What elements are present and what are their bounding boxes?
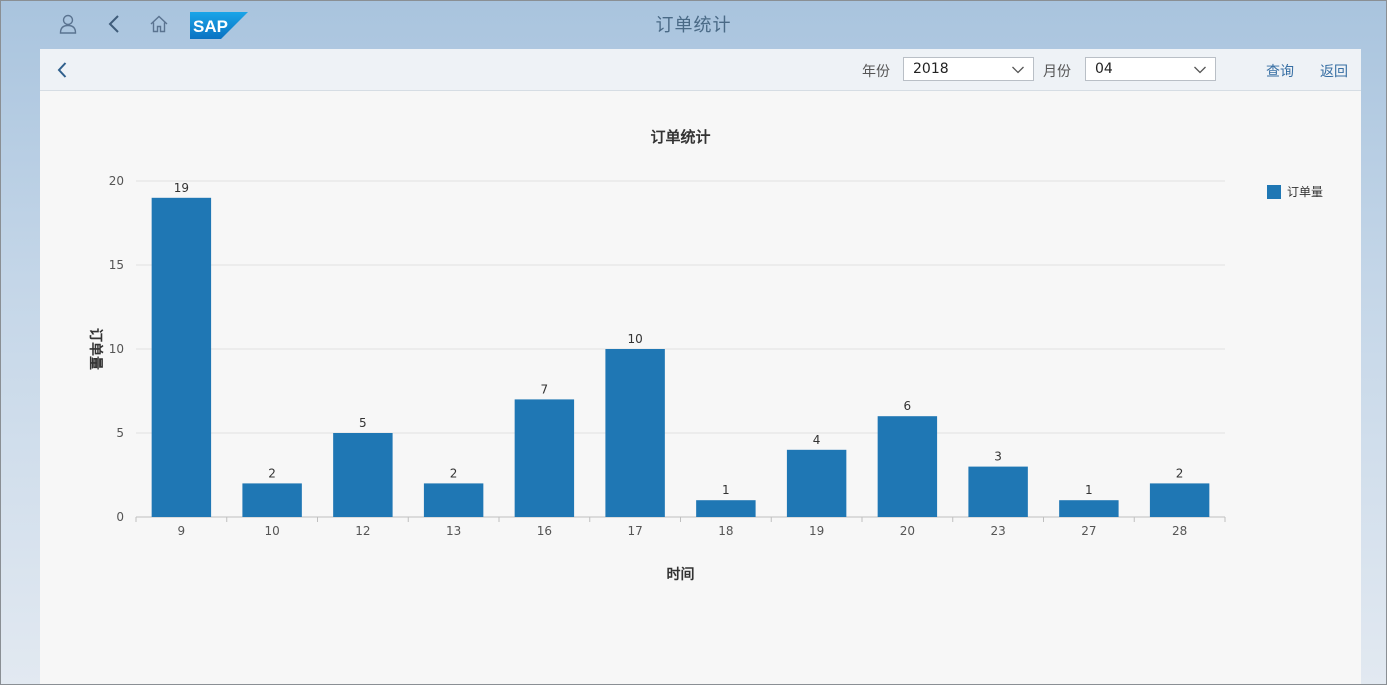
x-tick-label: 10 xyxy=(264,524,279,538)
y-tick-label: 0 xyxy=(116,510,124,524)
x-tick-label: 13 xyxy=(446,524,461,538)
bar-data-label: 3 xyxy=(994,450,1002,464)
bar xyxy=(1059,500,1119,517)
bar xyxy=(423,483,484,517)
chart-legend[interactable]: 订单量 xyxy=(1267,183,1323,200)
bar-data-label: 4 xyxy=(813,433,821,447)
shell-bar: SAP 订单统计 xyxy=(0,0,1387,48)
bar xyxy=(605,349,665,517)
x-tick-label: 27 xyxy=(1081,524,1096,538)
bar xyxy=(968,466,1028,517)
bar-data-label: 6 xyxy=(904,399,912,413)
app-title: 订单统计 xyxy=(655,15,732,36)
bar xyxy=(242,483,302,517)
x-tick-label: 9 xyxy=(178,524,186,538)
y-tick-label: 15 xyxy=(109,258,124,272)
x-tick-label: 12 xyxy=(355,524,370,538)
bar xyxy=(151,197,212,518)
bar-data-label: 5 xyxy=(359,416,367,430)
bar xyxy=(514,399,575,517)
y-tick-label: 10 xyxy=(109,342,124,356)
bar xyxy=(877,416,938,517)
x-tick-label: 17 xyxy=(627,524,642,538)
bar-data-label: 1 xyxy=(1085,483,1093,497)
x-tick-label: 23 xyxy=(990,524,1005,538)
x-tick-label: 28 xyxy=(1172,524,1187,538)
x-tick-label: 20 xyxy=(900,524,915,538)
y-tick-label: 5 xyxy=(116,426,124,440)
page: 年份 2018 月份 04 查询 返回 订单统计 0 5 10 15 20 19 9 2 10 5… xyxy=(40,49,1361,685)
bar-data-label: 10 xyxy=(627,332,642,346)
y-axis-title: 订单量 xyxy=(87,328,104,370)
x-axis-title: 时间 xyxy=(667,566,695,583)
bar-chart: 05101520 19921051221371610171184196203231… xyxy=(87,174,1226,583)
x-tick-label: 16 xyxy=(537,524,552,538)
x-tick-label: 19 xyxy=(809,524,824,538)
bar-data-label: 2 xyxy=(1176,466,1184,480)
bar xyxy=(333,433,393,517)
bar xyxy=(1149,483,1210,517)
x-tick-label: 18 xyxy=(718,524,733,538)
bar xyxy=(696,500,756,517)
legend-label: 订单量 xyxy=(1287,185,1324,199)
bar-data-label: 2 xyxy=(450,466,458,480)
legend-swatch xyxy=(1267,184,1281,199)
bar-data-label: 1 xyxy=(722,483,730,497)
bar-data-label: 19 xyxy=(174,181,189,195)
y-tick-label: 20 xyxy=(109,174,124,188)
bar-data-label: 7 xyxy=(541,382,549,396)
bar xyxy=(786,449,847,517)
bar-data-label: 2 xyxy=(268,466,276,480)
